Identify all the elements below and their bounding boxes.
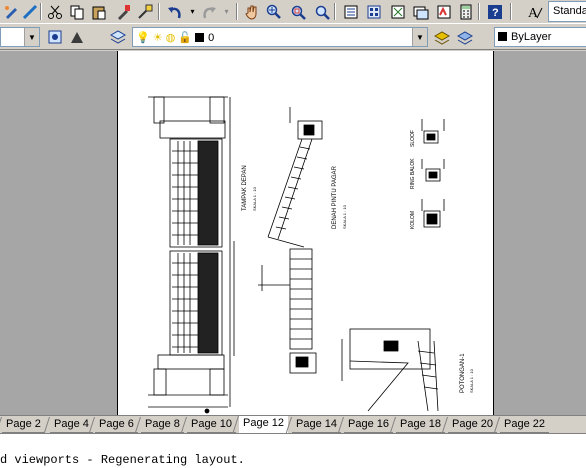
layer-states-icon[interactable] <box>45 27 65 47</box>
drawing-canvas[interactable]: TAMPAK DEPAN SKALA 1 : 10 DENAH PINTU PA… <box>0 51 586 415</box>
copy-icon[interactable] <box>66 1 87 22</box>
tab-page-16[interactable]: Page 16 <box>344 417 393 433</box>
svg-text:?: ? <box>492 7 499 19</box>
layers-toolbar: ▼ 💡 ☀ ◍ 🔓 0 ▼ ByLayer <box>0 24 586 50</box>
zoom-previous-icon[interactable] <box>311 1 332 22</box>
make-object-layer-current-icon[interactable] <box>432 27 452 47</box>
properties-icon[interactable] <box>340 1 361 22</box>
color-control-combo[interactable]: ByLayer <box>494 27 586 47</box>
command-history-line: d viewports - Regenerating layout. <box>0 453 245 467</box>
front-elevation-drawing <box>148 96 235 414</box>
paste-icon[interactable] <box>88 1 109 22</box>
tab-page-22[interactable]: Page 22 <box>500 417 549 433</box>
tab-page-10[interactable]: Page 10 <box>187 417 236 433</box>
text-style-icon[interactable]: A <box>524 1 545 22</box>
match-properties-icon[interactable] <box>112 1 133 22</box>
tab-page-4[interactable]: Page 4 <box>50 417 93 433</box>
layer-color-swatch <box>195 33 205 42</box>
zoom-realtime-icon[interactable] <box>263 1 284 22</box>
paint-brush-icon[interactable] <box>134 1 155 22</box>
label-sloof: SLOOF <box>410 130 416 147</box>
tab-page-18[interactable]: Page 18 <box>396 417 445 433</box>
label-denah-pintu: DENAH PINTU PAGAR <box>332 165 338 229</box>
calculator-icon[interactable] <box>455 1 476 22</box>
tab-page-20[interactable]: Page 20 <box>448 417 497 433</box>
layer-combo[interactable]: 💡 ☀ ◍ 🔓 0 ▼ <box>132 27 428 47</box>
zoom-window-icon[interactable] <box>287 1 308 22</box>
gate-plan-drawing <box>258 107 323 374</box>
sun-icon: ☀ <box>152 32 163 44</box>
label-tampak-depan: TAMPAK DEPAN <box>242 165 248 211</box>
label-kolom: KOLOM <box>410 211 416 229</box>
tab-page-2[interactable]: Page 2 <box>2 417 45 433</box>
layout-tabs: Page 2 Page 4 Page 6 Page 8 Page 10 Page… <box>0 415 586 434</box>
markup-icon[interactable] <box>433 1 454 22</box>
layers-manager-icon[interactable] <box>108 27 128 47</box>
design-center-icon[interactable] <box>363 1 384 22</box>
toolbar-separator <box>236 3 238 20</box>
lock-icon: 🔓 <box>178 32 193 44</box>
kolom-sloof-details <box>421 119 445 228</box>
redo-dropdown-icon[interactable]: ▾ <box>216 1 237 22</box>
layer-previous-icon[interactable] <box>67 27 87 47</box>
toolbar-separator <box>334 3 336 20</box>
layer-previous-state-icon[interactable] <box>455 27 475 47</box>
tab-page-8[interactable]: Page 8 <box>141 417 184 433</box>
color-value: ByLayer <box>511 31 552 43</box>
color-swatch <box>498 32 507 41</box>
label-potongan: POTONGAN-1 <box>460 353 466 393</box>
layer-value: 0 <box>208 32 215 44</box>
tab-page-14[interactable]: Page 14 <box>292 417 341 433</box>
left-combo[interactable]: ▼ <box>0 27 40 47</box>
tool-palettes-icon[interactable] <box>387 1 408 22</box>
chevron-down-icon: ▼ <box>24 28 39 46</box>
toolbar-separator <box>40 3 42 20</box>
freeze-icon: ◍ <box>165 32 176 44</box>
help-icon[interactable]: ? <box>484 1 505 22</box>
toolbar-separator <box>158 3 160 20</box>
color-pen-icon[interactable] <box>0 1 21 22</box>
section-cut-drawing <box>341 328 439 412</box>
tab-page-6[interactable]: Page 6 <box>95 417 138 433</box>
cut-icon[interactable] <box>44 1 65 22</box>
label-denah-pintu-scale: SKALA 1 : 10 <box>342 204 347 229</box>
command-line[interactable]: d viewports - Regenerating layout. <box>0 433 586 468</box>
light-bulb-icon: 💡 <box>136 32 150 44</box>
label-tampak-depan-scale: SKALA 1 : 10 <box>252 186 257 211</box>
standard-toolbar: ▾ ▾ ? A Standa <box>0 0 586 24</box>
label-potongan-scale: SKALA 1 : 10 <box>469 368 474 393</box>
label-ring-balok: RING BALOK <box>410 158 416 189</box>
sheet-set-icon[interactable] <box>410 1 431 22</box>
chevron-down-icon: ▼ <box>412 28 427 46</box>
toolbar-separator <box>510 3 512 20</box>
text-style-combo[interactable]: Standa <box>548 1 586 22</box>
brush-icon[interactable] <box>19 1 40 22</box>
layout-viewport[interactable]: TAMPAK DEPAN SKALA 1 : 10 DENAH PINTU PA… <box>118 51 494 415</box>
toolbar-separator <box>478 3 480 20</box>
tab-page-12[interactable]: Page 12 <box>239 416 288 434</box>
pan-icon[interactable] <box>241 1 262 22</box>
